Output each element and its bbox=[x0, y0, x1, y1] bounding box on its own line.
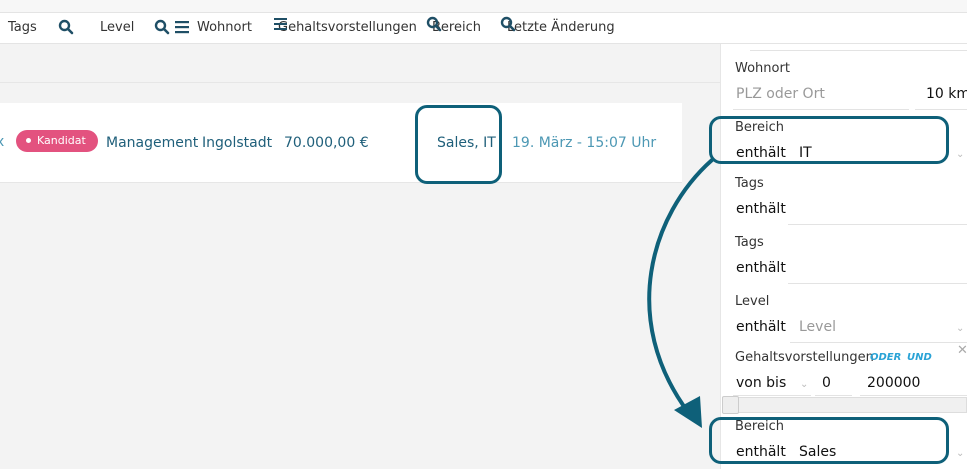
badge-label: Kandidat bbox=[37, 134, 86, 147]
wohnort-input[interactable]: PLZ oder Ort bbox=[736, 86, 825, 102]
row-datum: 19. März - 15:07 Uhr bbox=[512, 135, 657, 151]
list-divider bbox=[0, 82, 720, 83]
row-gehalt: 70.000,00 € bbox=[284, 135, 369, 151]
column-tags[interactable]: Tags bbox=[8, 20, 37, 35]
und-toggle[interactable]: UND bbox=[907, 352, 932, 363]
wohnort-underline bbox=[733, 109, 909, 110]
search-icon[interactable] bbox=[154, 19, 170, 35]
badge-dot bbox=[26, 137, 31, 143]
search-icon[interactable] bbox=[58, 19, 74, 35]
gehalt-operator-select[interactable]: von bis bbox=[736, 375, 786, 391]
column-level[interactable]: Level bbox=[100, 20, 134, 35]
tags-value-underline bbox=[788, 224, 967, 225]
highlight-box-bereich-it bbox=[709, 116, 949, 164]
oder-toggle[interactable]: ODER bbox=[870, 352, 901, 363]
filter-tags2-label: Tags bbox=[735, 235, 764, 250]
gehalt-range-slider[interactable] bbox=[722, 397, 967, 413]
menu-icon[interactable] bbox=[174, 19, 190, 35]
row-ort: Ingolstadt bbox=[202, 135, 273, 151]
tags-operator-select[interactable]: enthält bbox=[736, 201, 786, 217]
panel-top-line bbox=[750, 50, 967, 51]
row-bereich: Management bbox=[106, 135, 199, 151]
search-icon[interactable] bbox=[426, 16, 442, 32]
filter-tags-label: Tags bbox=[735, 176, 764, 191]
column-letzte-aenderung[interactable]: Letzte Änderung bbox=[507, 20, 615, 35]
gehalt-op-underline bbox=[733, 395, 811, 396]
status-badge: Kandidat bbox=[16, 130, 98, 152]
chevron-down-icon[interactable]: ⌄ bbox=[956, 323, 964, 334]
level-operator-select[interactable]: enthält bbox=[736, 319, 786, 335]
gehalt-from-input[interactable]: 0 bbox=[822, 375, 831, 391]
row-edge-glyph: x bbox=[0, 134, 5, 150]
table-header: Tags Level Wohnort Gehaltsvorstellungen … bbox=[0, 12, 967, 44]
tags2-value-underline bbox=[788, 283, 967, 284]
gehalt-to-input[interactable]: 200000 bbox=[867, 375, 920, 391]
filter-gehalt-label: Gehaltsvorstellungen bbox=[735, 350, 874, 365]
filter-level-label: Level bbox=[735, 294, 770, 309]
table-row[interactable]: x Kandidat Management Ingolstadt 70.000,… bbox=[0, 103, 682, 183]
chevron-down-icon[interactable]: ⌄ bbox=[956, 149, 964, 160]
top-strip bbox=[0, 0, 967, 12]
column-gehaltsvorstellungen[interactable]: Gehaltsvorstellungen bbox=[278, 20, 417, 35]
chevron-down-icon[interactable]: ⌄ bbox=[800, 379, 808, 390]
tags2-operator-select[interactable]: enthält bbox=[736, 260, 786, 276]
filter-wohnort-label: Wohnort bbox=[735, 61, 790, 76]
radius-underline bbox=[915, 109, 967, 110]
slider-handle[interactable] bbox=[722, 396, 739, 414]
chevron-down-icon[interactable]: ⌄ bbox=[956, 448, 964, 459]
highlight-box-bereich-sales bbox=[709, 417, 949, 464]
menu-icon[interactable] bbox=[273, 16, 289, 32]
close-icon[interactable]: ✕ bbox=[957, 343, 967, 358]
level-underline bbox=[790, 342, 967, 343]
radius-select[interactable]: 10 km bbox=[926, 86, 967, 102]
gehalt-from-underline bbox=[815, 395, 852, 396]
search-icon[interactable] bbox=[500, 16, 516, 32]
gehalt-to-underline bbox=[860, 395, 967, 396]
highlight-box-row-tags bbox=[415, 105, 502, 184]
level-value-select[interactable]: Level bbox=[799, 319, 836, 335]
column-wohnort[interactable]: Wohnort bbox=[197, 20, 252, 35]
